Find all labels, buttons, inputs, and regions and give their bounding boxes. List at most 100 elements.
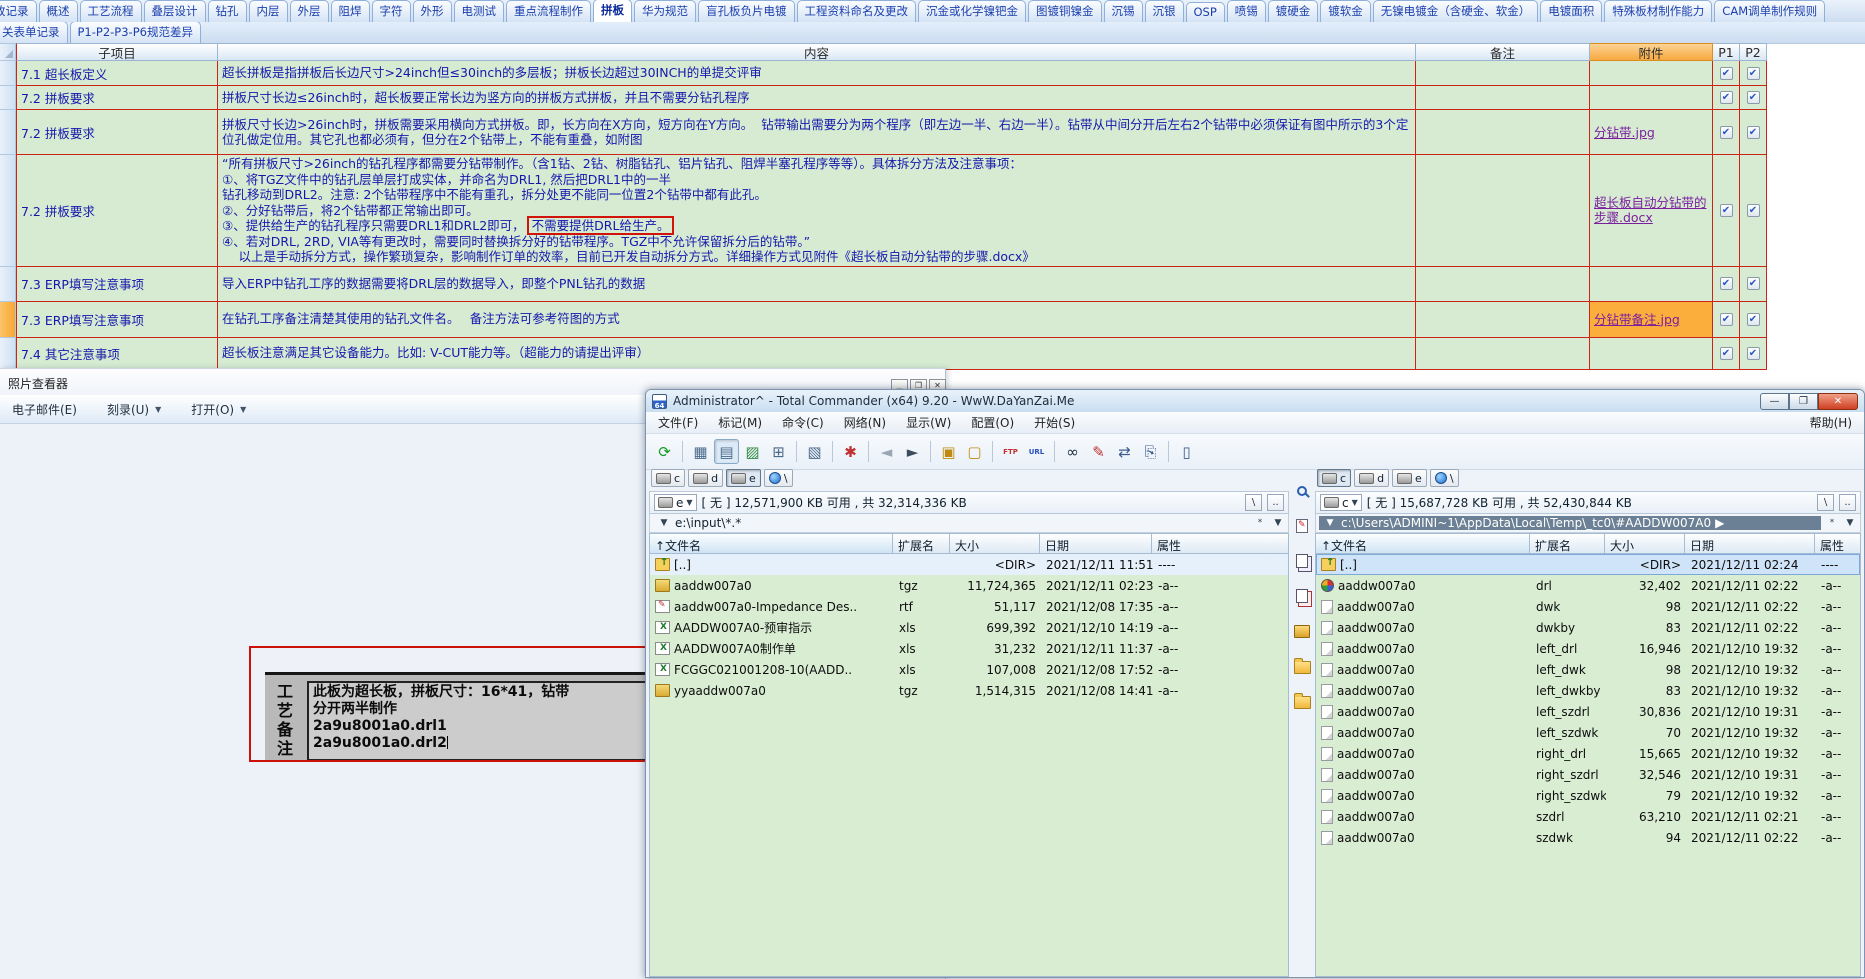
- col-header-p2[interactable]: P2: [1740, 43, 1767, 61]
- drive-d-button[interactable]: d: [1354, 469, 1390, 487]
- right-drive-combo[interactable]: c ▼: [1320, 494, 1362, 511]
- column-header-大小[interactable]: 大小: [1605, 533, 1685, 554]
- right-path-bar[interactable]: ▼ c:\Users\ADMINI~1\AppData\Local\Temp\_t…: [1315, 514, 1861, 533]
- tc-menu-配置(O)[interactable]: 配置(O): [971, 414, 1014, 431]
- file-row[interactable]: aaddw007a0 dwkby 83 2021/12/11 02:22 -a--: [1316, 617, 1860, 638]
- p1-checkbox[interactable]: ✔: [1719, 66, 1733, 80]
- tab-无镍电镀金（含硬金、软金）[interactable]: 无镍电镀金（含硬金、软金）: [1372, 0, 1539, 22]
- tc-title-bar[interactable]: 64 Administrator^ - Total Commander (x64…: [646, 390, 1864, 412]
- view-custom-columns-icon[interactable]: ▧: [802, 439, 827, 464]
- drive-e-button[interactable]: e: [1392, 469, 1427, 487]
- attachment-link[interactable]: 分钻带.jpg: [1594, 125, 1708, 140]
- pv-menu-电子邮件(E)[interactable]: 电子邮件(E): [12, 401, 77, 418]
- tab-华为规范[interactable]: 华为规范: [634, 0, 696, 22]
- drive-c-button[interactable]: c: [1317, 469, 1352, 487]
- subtab-关表单记录[interactable]: 关表单记录: [0, 22, 68, 43]
- file-row[interactable]: aaddw007a0 left_szdwk 70 2021/12/10 19:32 -a…: [1316, 722, 1860, 743]
- tab-外层[interactable]: 外层: [289, 0, 329, 22]
- p2-checkbox[interactable]: ✔: [1746, 66, 1760, 80]
- notes-icon[interactable]: ▯: [1174, 439, 1199, 464]
- column-header-扩展名[interactable]: 扩展名: [893, 533, 950, 554]
- new-folder-icon[interactable]: [1292, 656, 1312, 676]
- tc-menu-标记(M)[interactable]: 标记(M): [718, 414, 762, 431]
- sync-dirs-icon[interactable]: ⇄: [1112, 439, 1137, 464]
- file-row[interactable]: aaddw007a0 drl 32,402 2021/12/11 02:22 -a--: [1316, 575, 1860, 596]
- tc-menu-help[interactable]: 帮助(H): [1810, 414, 1852, 431]
- drive-c-button[interactable]: c: [651, 469, 686, 487]
- tab-喷锡[interactable]: 喷锡: [1226, 0, 1266, 22]
- view-brief-icon[interactable]: ▦: [688, 439, 713, 464]
- right-filter-arrow-icon[interactable]: ▼: [1843, 518, 1857, 528]
- left-path-bar[interactable]: ▼ e:\input\*.* * ▼: [649, 514, 1289, 533]
- drive-d-button[interactable]: d: [688, 469, 724, 487]
- close-button[interactable]: ✕: [1818, 392, 1858, 410]
- column-header-扩展名[interactable]: 扩展名: [1530, 533, 1605, 554]
- tab-叠层设计[interactable]: 叠层设计: [143, 0, 206, 22]
- view-full-icon[interactable]: ▤: [714, 439, 739, 464]
- tab-CAM调单制作规则[interactable]: CAM调单制作规则: [1714, 0, 1826, 22]
- p1-checkbox[interactable]: ✔: [1719, 91, 1733, 104]
- row-selector[interactable]: [0, 266, 16, 302]
- file-row[interactable]: aaddw007a0 szdrl 63,210 2021/12/11 02:21 -a-…: [1316, 806, 1860, 827]
- tab-沉锡[interactable]: 沉锡: [1103, 0, 1143, 22]
- file-row[interactable]: aaddw007a0 szdwk 94 2021/12/11 02:22 -a--: [1316, 827, 1860, 848]
- col-header-sub-item[interactable]: 子项目: [16, 43, 218, 61]
- tc-menu-网络(N)[interactable]: 网络(N): [844, 414, 886, 431]
- row-selector[interactable]: [0, 337, 16, 370]
- favorites-icon[interactable]: ✱: [838, 439, 863, 464]
- p2-checkbox[interactable]: ✔: [1746, 125, 1760, 139]
- file-row[interactable]: aaddw007a0 left_drl 16,946 2021/12/10 19:32…: [1316, 638, 1860, 659]
- p2-checkbox[interactable]: ✔: [1746, 277, 1760, 290]
- file-row[interactable]: [..] <DIR> 2021/12/11 02:24 ----: [1316, 554, 1860, 575]
- tab-内层[interactable]: 内层: [248, 0, 288, 22]
- tab-钻孔[interactable]: 钻孔: [207, 0, 247, 22]
- tab-外形[interactable]: 外形: [412, 0, 452, 22]
- col-header-p1[interactable]: P1: [1713, 43, 1740, 61]
- file-row[interactable]: AADDW007A0制作单 xls 31,232 2021/12/11 11:37 -a…: [650, 638, 1288, 659]
- file-row[interactable]: aaddw007a0-Impedance Des.. rtf 51,117 2021/…: [650, 596, 1288, 617]
- tc-menu-文件(F)[interactable]: 文件(F): [658, 414, 698, 431]
- attachment-link[interactable]: 分钻带备注.jpg: [1594, 312, 1708, 327]
- row-selector[interactable]: [0, 155, 16, 267]
- tab-工艺流程[interactable]: 工艺流程: [79, 0, 142, 22]
- tab-重点流程制作[interactable]: 重点流程制作: [506, 0, 591, 22]
- column-header-日期[interactable]: 日期: [1685, 533, 1815, 554]
- pack-icon[interactable]: ▣: [936, 439, 961, 464]
- file-row[interactable]: [..] <DIR> 2021/12/11 11:51 ----: [650, 554, 1288, 575]
- row-selector[interactable]: [0, 86, 16, 110]
- column-header-大小[interactable]: 大小: [950, 533, 1040, 554]
- minimize-button[interactable]: —: [1760, 392, 1789, 410]
- view-tree-icon[interactable]: ⊞: [766, 439, 791, 464]
- tc-menu-显示(W)[interactable]: 显示(W): [906, 414, 951, 431]
- file-row[interactable]: aaddw007a0 right_drl 15,665 2021/12/10 19:3…: [1316, 743, 1860, 764]
- maximize-button[interactable]: ❐: [1789, 392, 1818, 410]
- left-drive-combo[interactable]: e ▼: [654, 494, 697, 511]
- drive-network-button[interactable]: \: [1429, 469, 1459, 487]
- column-header-文件名[interactable]: ↑文件名: [649, 533, 893, 554]
- move-icon[interactable]: [1292, 586, 1312, 606]
- row-selector[interactable]: [0, 61, 16, 86]
- p2-checkbox[interactable]: ✔: [1746, 203, 1760, 217]
- p2-checkbox[interactable]: ✔: [1746, 91, 1760, 104]
- file-row[interactable]: aaddw007a0 left_dwkby 83 2021/12/10 19:32 -a…: [1316, 680, 1860, 701]
- forward-icon[interactable]: ►: [900, 439, 925, 464]
- attachment-link[interactable]: 超长板自动分钻带的步骤.docx: [1594, 195, 1708, 225]
- tab-镀硬金[interactable]: 镀硬金: [1267, 0, 1319, 22]
- tab-沉金或化学镍钯金[interactable]: 沉金或化学镍钯金: [918, 0, 1026, 22]
- p2-checkbox[interactable]: ✔: [1746, 312, 1760, 326]
- p1-checkbox[interactable]: ✔: [1719, 346, 1733, 360]
- tc-menu-开始(S)[interactable]: 开始(S): [1034, 414, 1075, 431]
- tab-概述[interactable]: 概述: [38, 0, 78, 22]
- tab-拼板[interactable]: 拼板: [593, 0, 632, 22]
- tab-电镀面积[interactable]: 电镀面积: [1540, 0, 1603, 22]
- copy-clipboard-icon[interactable]: ⎘: [1138, 439, 1163, 464]
- row-selector[interactable]: [0, 110, 16, 155]
- p1-checkbox[interactable]: ✔: [1719, 312, 1733, 326]
- refresh-icon[interactable]: ⟳: [652, 439, 677, 464]
- left-filter-button[interactable]: *: [1253, 518, 1267, 528]
- tab-OSP[interactable]: OSP: [1185, 2, 1225, 22]
- file-row[interactable]: aaddw007a0 right_szdwk 79 2021/12/10 19:32 -…: [1316, 785, 1860, 806]
- drive-network-button[interactable]: \: [763, 469, 793, 487]
- file-row[interactable]: yyaaddw007a0 tgz 1,514,315 2021/12/08 14:41…: [650, 680, 1288, 701]
- column-header-文件名[interactable]: ↑文件名: [1315, 533, 1530, 554]
